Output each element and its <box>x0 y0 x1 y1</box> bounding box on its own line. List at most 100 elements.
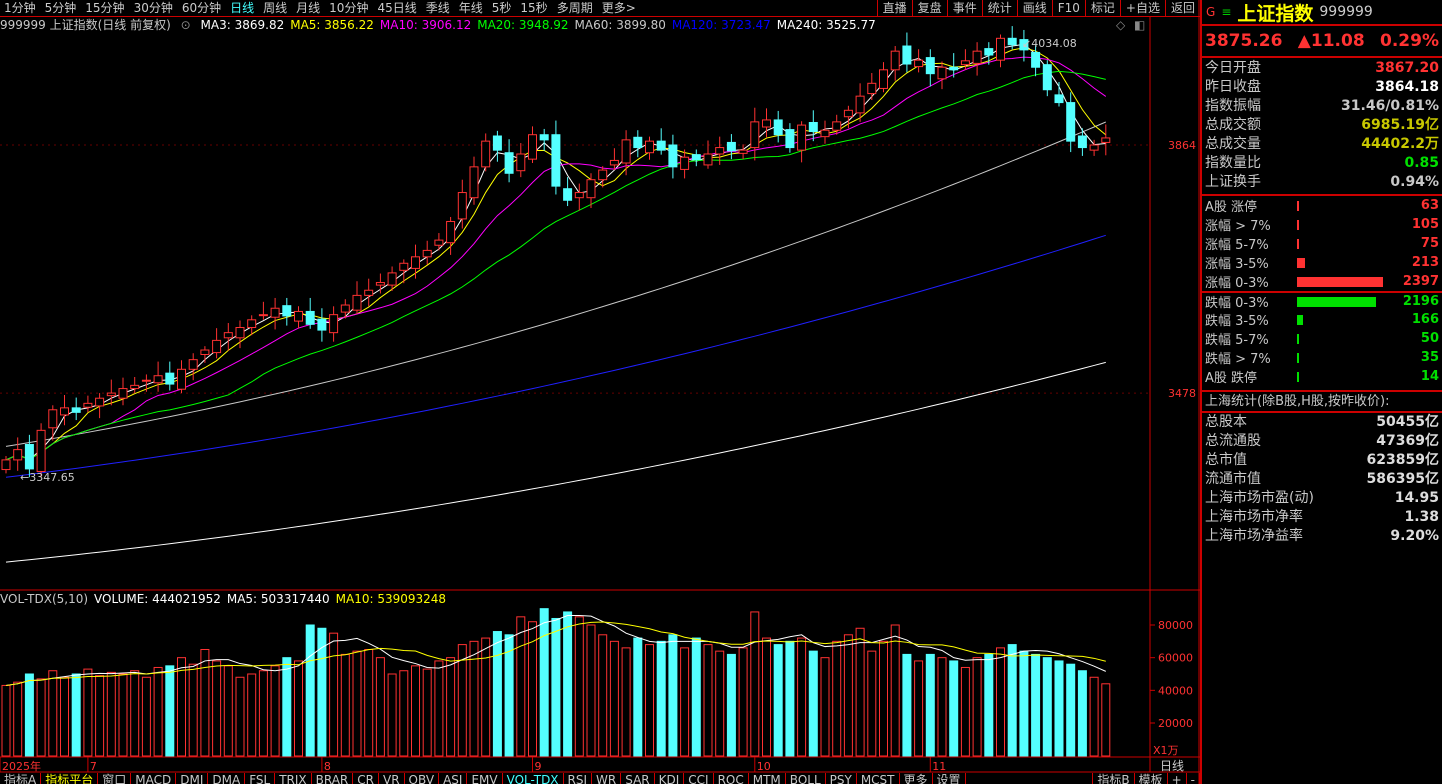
indicator-tab[interactable]: MACD <box>131 773 177 784</box>
period-tab[interactable]: 1分钟 <box>4 0 36 16</box>
toolbar-button[interactable]: 直播 <box>876 0 912 16</box>
stat-value: 6985.19亿 <box>1361 117 1439 133</box>
toolbar-button[interactable]: 标记 <box>1084 0 1120 16</box>
toolbar-button[interactable]: F10 <box>1051 0 1085 16</box>
stat-label: 总成交量 <box>1205 136 1261 152</box>
toolbar-button[interactable]: 返回 <box>1164 0 1200 16</box>
period-tab[interactable]: 45日线 <box>377 0 416 16</box>
ma-value: MA60: 3899.80 <box>574 18 666 32</box>
period-tab[interactable]: 5分钟 <box>45 0 77 16</box>
indicator-tab[interactable]: 更多 <box>900 773 933 784</box>
indicator-tab[interactable]: FSL <box>245 773 276 784</box>
indicator-tab[interactable]: VR <box>379 773 405 784</box>
volume-bar <box>258 670 268 757</box>
date-label: 10 <box>757 760 771 773</box>
period-tab[interactable]: 年线 <box>459 0 483 16</box>
volume-bar <box>1054 660 1064 757</box>
menu-icon[interactable]: ≡ <box>1221 5 1231 19</box>
candle <box>235 327 245 339</box>
volume-bar <box>879 640 888 757</box>
period-tab[interactable]: 周线 <box>263 0 287 16</box>
breadth-value: 14 <box>1420 369 1439 384</box>
breadth-bar <box>1297 371 1299 382</box>
indicator-tab[interactable]: BOLL <box>786 773 826 784</box>
indicator-tab-right[interactable]: + <box>1168 773 1187 784</box>
date-label: 8 <box>324 760 331 773</box>
indicator-tab-right[interactable]: - <box>1187 773 1200 784</box>
indicator-tab[interactable]: 窗口 <box>98 773 132 784</box>
candle <box>960 60 970 66</box>
breadth-value: 105 <box>1411 217 1439 232</box>
period-tab[interactable]: 季线 <box>426 0 450 16</box>
period-tab[interactable]: 30分钟 <box>134 0 173 16</box>
indicator-tab-right[interactable]: 模板 <box>1135 773 1168 784</box>
indicator-tab[interactable]: MCST <box>857 773 900 784</box>
indicator-tab[interactable]: DMA <box>208 773 246 784</box>
breadth-bar <box>1297 333 1299 344</box>
period-tab[interactable]: 更多> <box>602 0 636 16</box>
period-tab[interactable]: 15秒 <box>520 0 547 16</box>
kline-chart[interactable]: 3864347880000600004000020000X1万日线2025年 7 8… <box>0 0 1200 784</box>
indicator-tab[interactable]: WR <box>592 773 622 784</box>
period-tab[interactable]: 60分钟 <box>182 0 221 16</box>
ma-value: MA240: 3525.77 <box>776 18 876 32</box>
panel-toggle-icon[interactable]: ◧ <box>1134 18 1145 32</box>
candle <box>1042 64 1052 91</box>
indicator-tab[interactable]: ROC <box>714 773 749 784</box>
volume-bar <box>1007 644 1017 757</box>
indicator-tab[interactable]: MTM <box>749 773 786 784</box>
indicator-tab[interactable]: EMV <box>467 773 503 784</box>
ma-value: MA120: 3723.47 <box>671 18 771 32</box>
indicator-tab[interactable]: ASI <box>439 773 468 784</box>
toolbar-button[interactable]: +自选 <box>1119 0 1165 16</box>
indicator-tab[interactable]: RSI <box>564 773 593 784</box>
volume-bar <box>937 657 947 757</box>
indicator-tab[interactable]: DMI <box>176 773 209 784</box>
settings-icon[interactable]: ⊙ <box>181 18 191 32</box>
toolbar-button[interactable]: 事件 <box>946 0 982 16</box>
toolbar-button[interactable]: 统计 <box>981 0 1017 16</box>
candle <box>247 319 257 329</box>
indicator-tab[interactable]: 指标A <box>0 773 42 784</box>
breadth-row: 涨幅 0-3% 2397 <box>1202 272 1442 291</box>
candle <box>680 156 690 170</box>
candle <box>937 66 947 80</box>
period-tab[interactable]: 多周期 <box>557 0 593 16</box>
candle <box>914 59 924 68</box>
period-tab[interactable]: 月线 <box>296 0 320 16</box>
period-tab[interactable]: 10分钟 <box>329 0 368 16</box>
indicator-tab[interactable]: VOL-TDX <box>503 773 564 784</box>
volume-bar <box>984 653 994 757</box>
indicator-tab[interactable]: 指标平台 <box>41 773 99 784</box>
period-tab[interactable]: 日线 <box>230 0 254 16</box>
indicator-tab[interactable]: 设置 <box>933 773 966 784</box>
indicator-tab[interactable]: CR <box>353 773 379 784</box>
candle <box>551 134 561 187</box>
indicator-tab[interactable]: TRIX <box>275 773 312 784</box>
volume-bar <box>13 681 23 757</box>
indicator-tab-right[interactable]: 指标B <box>1093 773 1135 784</box>
candle <box>785 129 795 149</box>
g-icon[interactable]: G <box>1206 5 1215 19</box>
indicator-tab[interactable]: CCI <box>684 773 714 784</box>
volume-bar <box>282 657 292 757</box>
indicator-tab[interactable]: PSY <box>826 773 857 784</box>
period-tab[interactable]: 15分钟 <box>85 0 124 16</box>
indicator-tab[interactable]: KDJ <box>655 773 685 784</box>
indicator-tab[interactable]: OBV <box>405 773 440 784</box>
breadth-bar <box>1297 314 1304 325</box>
diamond-icon[interactable]: ◇ <box>1116 18 1125 32</box>
toolbar-button[interactable]: 画线 <box>1016 0 1052 16</box>
candle <box>469 166 479 199</box>
period-tab[interactable]: 5秒 <box>492 0 512 16</box>
volume-bar <box>820 657 830 757</box>
indicator-tab[interactable]: SAR <box>621 773 655 784</box>
toolbar-button[interactable]: 复盘 <box>911 0 947 16</box>
stat-value: 0.85 <box>1404 155 1439 171</box>
stats-list: 今日开盘 3867.20 昨日收盘 3864.18 指数振幅 31.46/0.81% 总成交… <box>1202 58 1442 192</box>
volume-bar <box>83 668 93 757</box>
volume-bar <box>621 647 631 757</box>
ma120-line <box>5 234 1106 478</box>
stat-row: 指数量比 0.85 <box>1202 154 1442 173</box>
indicator-tab[interactable]: BRAR <box>312 773 354 784</box>
